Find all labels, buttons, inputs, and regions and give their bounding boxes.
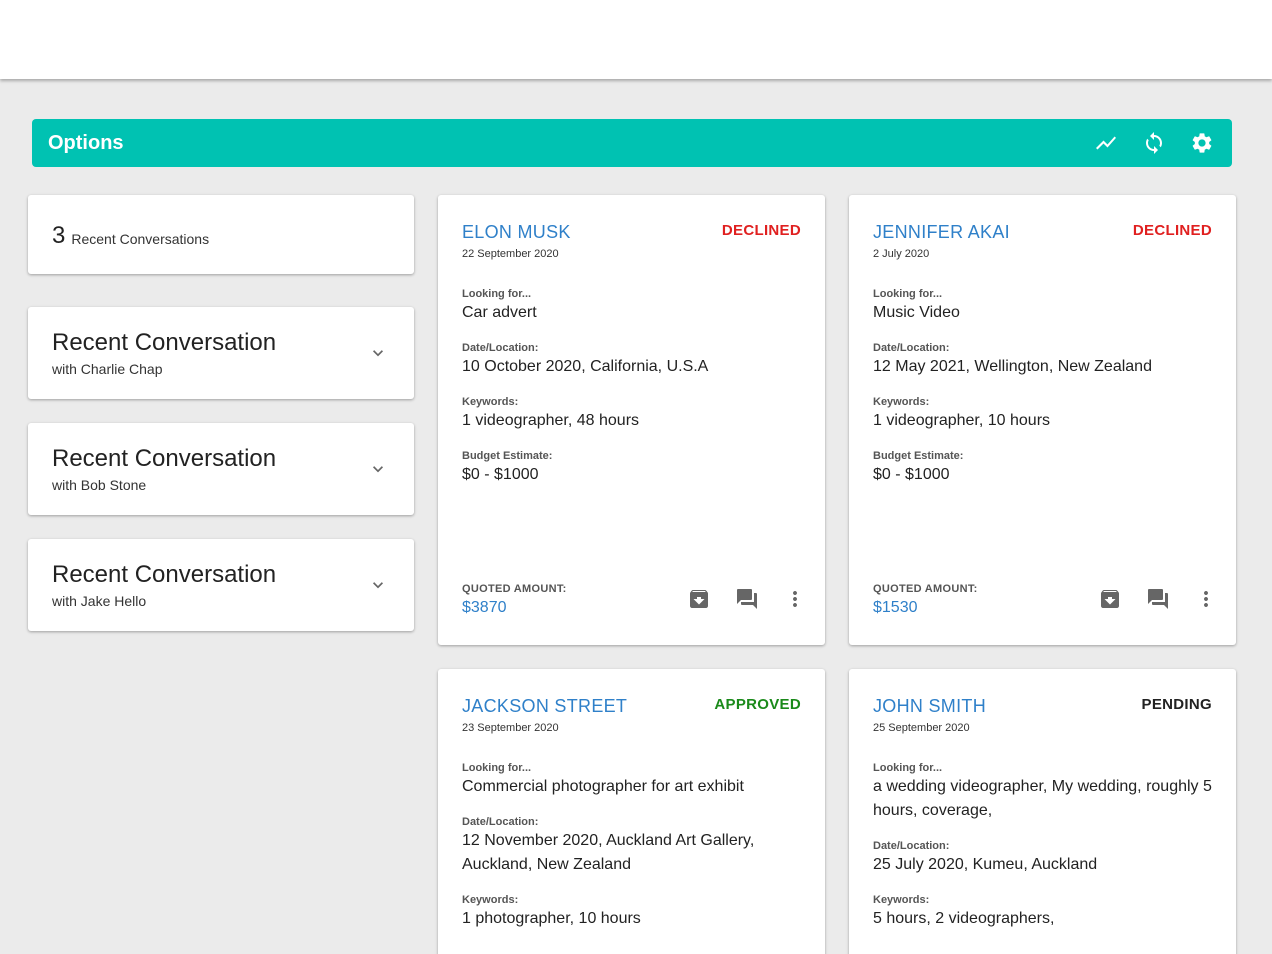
conversation-title: Recent Conversation [52,561,277,588]
date-location-value: 12 May 2021, Wellington, New Zealand [873,358,1152,375]
budget-label: Budget Estimate: [462,450,553,462]
date-location-label: Date/Location: [873,342,950,354]
options-actions [1094,131,1214,155]
request-card: JACKSON STREET 23 September 2020 APPROVE… [438,669,825,954]
conversation-panel-charlie[interactable]: Recent Conversation with Charlie Chap [28,307,414,399]
keywords-label: Keywords: [873,396,930,408]
looking-for-value: Music Video [873,304,960,321]
chat-icon[interactable] [735,587,759,611]
quoted-amount-label: QUOTED AMOUNT: [873,583,978,595]
archive-icon[interactable] [687,587,711,611]
looking-for-label: Looking for... [462,288,532,300]
chat-icon[interactable] [1146,587,1170,611]
card-footer: QUOTED AMOUNT: $3870 [462,583,801,623]
date-location-value: 10 October 2020, California, U.S.A [462,358,709,375]
conversation-count-panel: 3 Recent Conversations [28,195,414,274]
client-name-link[interactable]: JACKSON STREET [462,696,627,717]
client-name-link[interactable]: JENNIFER AKAI [873,222,1010,243]
conversation-title: Recent Conversation [52,445,277,472]
trending-icon[interactable] [1094,131,1118,155]
date-location-label: Date/Location: [873,840,950,852]
quoted-amount-value: $3870 [462,599,507,616]
request-date: 22 September 2020 [462,248,559,260]
quoted-amount-value: $1530 [873,599,918,616]
budget-value: $0 - $1000 [873,466,950,483]
looking-for-label: Looking for... [873,762,943,774]
keywords-label: Keywords: [873,894,930,906]
request-card: JENNIFER AKAI 2 July 2020 DECLINED Looki… [849,195,1236,645]
options-title: Options [48,131,124,154]
top-app-bar [0,0,1272,79]
request-card: ELON MUSK 22 September 2020 DECLINED Loo… [438,195,825,645]
request-card: JOHN SMITH 25 September 2020 PENDING Loo… [849,669,1236,954]
options-toolbar: Options [32,119,1232,167]
looking-for-value: Commercial photographer for art exhibit [462,778,744,795]
looking-for-value: a wedding videographer, My wedding, roug… [873,778,1212,819]
keywords-value: 1 videographer, 48 hours [462,412,640,429]
archive-icon[interactable] [1098,587,1122,611]
conversation-participant: with Bob Stone [52,477,147,493]
budget-value: $0 - $1000 [462,466,539,483]
status-badge: DECLINED [1132,222,1212,239]
looking-for-value: Car advert [462,304,537,321]
keywords-value: 5 hours, 2 videographers, [873,910,1055,927]
settings-icon[interactable] [1190,131,1214,155]
keywords-value: 1 photographer, 10 hours [462,910,641,927]
client-name-link[interactable]: JOHN SMITH [873,696,986,717]
status-badge: PENDING [1141,696,1212,713]
conversation-count-label: Recent Conversations [71,230,210,247]
conversation-participant: with Charlie Chap [52,361,163,377]
date-location-label: Date/Location: [462,816,539,828]
chevron-down-icon[interactable] [368,343,388,363]
conversation-title: Recent Conversation [52,329,277,356]
date-location-label: Date/Location: [462,342,539,354]
looking-for-label: Looking for... [462,762,532,774]
budget-label: Budget Estimate: [873,450,964,462]
client-name-link[interactable]: ELON MUSK [462,222,571,243]
more-vert-icon[interactable] [783,587,807,611]
date-location-value: 12 November 2020, Auckland Art Gallery, … [462,832,755,873]
status-badge: APPROVED [714,696,801,713]
conversation-panel-bob[interactable]: Recent Conversation with Bob Stone [28,423,414,515]
chevron-down-icon[interactable] [368,575,388,595]
keywords-label: Keywords: [462,894,519,906]
request-date: 25 September 2020 [873,722,970,734]
looking-for-label: Looking for... [873,288,943,300]
more-vert-icon[interactable] [1194,587,1218,611]
refresh-icon[interactable] [1142,131,1166,155]
status-badge: DECLINED [721,222,801,239]
date-location-value: 25 July 2020, Kumeu, Auckland [873,856,1098,873]
conversation-participant: with Jake Hello [52,593,147,609]
keywords-label: Keywords: [462,396,519,408]
quoted-amount-label: QUOTED AMOUNT: [462,583,567,595]
request-date: 23 September 2020 [462,722,559,734]
card-footer: QUOTED AMOUNT: $1530 [873,583,1212,623]
keywords-value: 1 videographer, 10 hours [873,412,1051,429]
conversation-panel-jake[interactable]: Recent Conversation with Jake Hello [28,539,414,631]
conversation-count: 3 [52,221,66,249]
chevron-down-icon[interactable] [368,459,388,479]
request-date: 2 July 2020 [873,248,930,260]
